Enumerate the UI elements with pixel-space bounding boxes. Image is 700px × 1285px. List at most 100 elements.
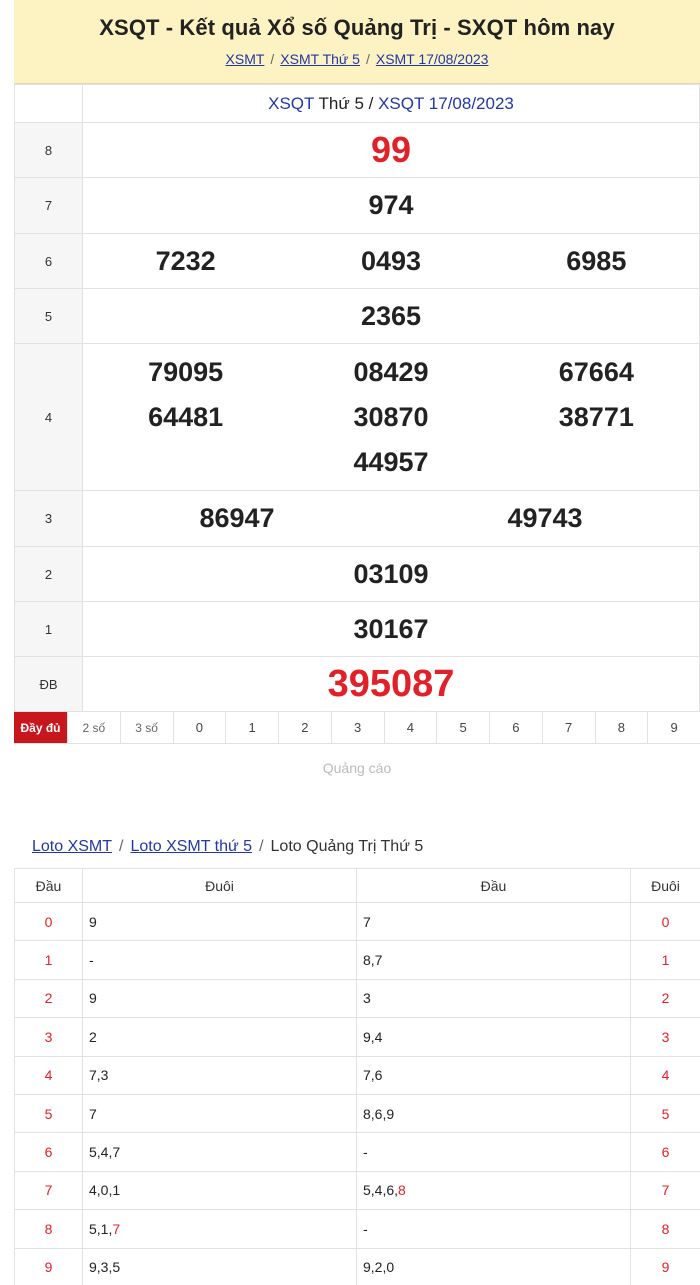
tab-3-digits[interactable]: 3 số xyxy=(120,712,174,743)
loto-heads: 9,2,0 xyxy=(356,1247,631,1285)
loto-row: 7 4,0,1 5,4,6,8 7 xyxy=(14,1170,700,1211)
prize-number: 03109 xyxy=(353,558,429,589)
prize-number: 2365 xyxy=(360,300,422,331)
prize-number: 49743 xyxy=(507,503,583,533)
prize-number: 6985 xyxy=(566,245,627,276)
tab-digit-6[interactable]: 6 xyxy=(490,712,543,743)
loto-heads: 8,6,9 xyxy=(356,1093,631,1134)
ad-label: Quảng cáo xyxy=(322,760,392,776)
tab-digit-9[interactable]: 9 xyxy=(648,712,700,743)
loto-row: 4 7,3 7,6 4 xyxy=(14,1055,700,1095)
loto-tail-digit: 2 xyxy=(630,978,700,1019)
loto-row: 6 5,4,7 - 6 xyxy=(14,1132,700,1172)
results-table: XSQT Thứ 5 / XSQT 17/08/2023 8 99 7 974 … xyxy=(14,84,700,712)
loto-tails: 2 xyxy=(82,1017,357,1057)
loto-head-digit: 6 xyxy=(14,1132,83,1172)
loto-breadcrumb-thu5[interactable]: Loto XSMT thứ 5 xyxy=(130,838,252,855)
prize-row-7: 7 974 xyxy=(14,177,700,234)
prize-row-8: 8 99 xyxy=(14,122,700,178)
loto-heads-text: 5,4,6, xyxy=(363,1182,399,1199)
loto-breadcrumb: Loto XSMT / Loto XSMT thứ 5/Loto Quảng Trị… xyxy=(32,838,424,855)
loto-tail-digit: 8 xyxy=(630,1209,700,1249)
loto-head-digit: 1 xyxy=(14,940,83,980)
caption-link-date[interactable]: XSQT 17/08/2023 xyxy=(378,94,514,113)
loto-tails-text: 5,1, xyxy=(89,1220,113,1237)
loto-breadcrumb-xsmt[interactable]: Loto XSMT xyxy=(32,838,112,855)
loto-table: Đầu Đuôi Đầu Đuôi 0 9 7 0 1 - 8,7 1 2 9 … xyxy=(14,868,700,1285)
loto-highlight: 8 xyxy=(398,1182,406,1199)
prize-row-1: 1 30167 xyxy=(14,601,700,657)
caption-blank-cell xyxy=(14,84,83,123)
loto-tails: 5,1,7 xyxy=(82,1209,357,1249)
tab-digit-7[interactable]: 7 xyxy=(542,712,596,743)
loto-row: 8 5,1,7 - 8 xyxy=(14,1209,700,1249)
loto-row: 0 9 7 0 xyxy=(14,901,700,942)
loto-head-digit: 5 xyxy=(14,1093,83,1134)
prize-number: 79095 xyxy=(148,356,224,387)
loto-row: 2 9 3 2 xyxy=(14,978,700,1019)
loto-tail-digit: 9 xyxy=(630,1247,700,1285)
loto-tails: 9 xyxy=(82,978,357,1019)
loto-row: 1 - 8,7 1 xyxy=(14,940,700,980)
loto-tails: 7,3 xyxy=(82,1055,357,1095)
tab-digit-8[interactable]: 8 xyxy=(595,712,649,743)
tab-digit-4[interactable]: 4 xyxy=(384,712,438,743)
prize-number: 99 xyxy=(370,129,412,170)
page-header: XSQT - Kết quả Xổ số Quảng Trị - SXQT hô… xyxy=(14,0,700,84)
prize-label: 8 xyxy=(14,122,83,178)
loto-head-digit: 0 xyxy=(14,901,83,942)
prize-number: 67664 xyxy=(558,356,634,387)
tab-digit-5[interactable]: 5 xyxy=(437,712,490,743)
breadcrumb: XSMT / XSMT Thứ 5/XSMT 17/08/2023 xyxy=(225,51,489,67)
loto-tail-digit: 4 xyxy=(630,1055,700,1095)
caption-link-xsqt[interactable]: XSQT xyxy=(268,94,314,113)
tab-2-digits[interactable]: 2 số xyxy=(68,712,121,743)
loto-heads: - xyxy=(356,1209,631,1249)
loto-row: 9 9,3,5 9,2,0 9 xyxy=(14,1247,700,1285)
prize-label: 4 xyxy=(14,343,83,491)
loto-tails: 9,3,5 xyxy=(82,1247,357,1285)
loto-head-digit: 2 xyxy=(14,978,83,1019)
loto-tails: 9 xyxy=(82,901,357,942)
tab-digit-3[interactable]: 3 xyxy=(331,712,385,743)
prize-row-4: 4 79095 08429 67664 64481 30870 38771 44… xyxy=(14,343,700,491)
loto-tail-digit: 7 xyxy=(630,1170,700,1211)
prize-label: 1 xyxy=(14,601,83,657)
loto-tail-digit: 5 xyxy=(630,1093,700,1134)
loto-tail-digit: 6 xyxy=(630,1132,700,1172)
loto-row: 5 7 8,6,9 5 xyxy=(14,1093,700,1134)
prize-number: 44957 xyxy=(353,446,429,477)
prize-label: 6 xyxy=(14,233,83,289)
loto-header-tail: Đuôi xyxy=(82,868,357,903)
breadcrumb-xsmt-date[interactable]: XSMT 17/08/2023 xyxy=(376,51,489,67)
prize-row-3: 3 86947 49743 xyxy=(14,490,700,547)
tab-digit-1[interactable]: 1 xyxy=(226,712,279,743)
loto-heads: 3 xyxy=(356,978,631,1019)
tab-digit-0[interactable]: 0 xyxy=(173,712,227,743)
loto-tail-digit: 0 xyxy=(630,901,700,942)
prize-label: 3 xyxy=(14,490,83,547)
prize-row-special: ĐB 395087 xyxy=(14,656,700,712)
breadcrumb-xsmt[interactable]: XSMT xyxy=(226,51,265,67)
loto-head-digit: 4 xyxy=(14,1055,83,1095)
tab-digit-2[interactable]: 2 xyxy=(279,712,332,743)
page-title: XSQT - Kết quả Xổ số Quảng Trị - SXQT hô… xyxy=(99,15,615,40)
loto-breadcrumb-current: Loto Quảng Trị Thứ 5 xyxy=(270,838,424,855)
prize-label: ĐB xyxy=(14,656,83,712)
loto-highlight: 7 xyxy=(112,1220,121,1237)
prize-number: 974 xyxy=(368,190,414,220)
caption-weekday: Thứ 5 / xyxy=(314,93,379,113)
prize-row-2: 2 03109 xyxy=(14,546,700,602)
loto-heads: 9,4 xyxy=(356,1017,631,1057)
loto-heads: 7,6 xyxy=(356,1055,631,1095)
prize-number: 38771 xyxy=(558,401,634,432)
prize-number: 7232 xyxy=(155,245,216,276)
breadcrumb-xsmt-thu5[interactable]: XSMT Thứ 5 xyxy=(280,51,360,67)
prize-label: 2 xyxy=(14,546,83,602)
prize-number: 30870 xyxy=(353,401,429,432)
prize-label: 5 xyxy=(14,288,83,344)
tab-full[interactable]: Đầy đủ xyxy=(14,712,68,743)
loto-head-digit: 8 xyxy=(14,1209,83,1249)
loto-header-head: Đầu xyxy=(356,868,631,903)
loto-tails: 4,0,1 xyxy=(82,1170,357,1211)
